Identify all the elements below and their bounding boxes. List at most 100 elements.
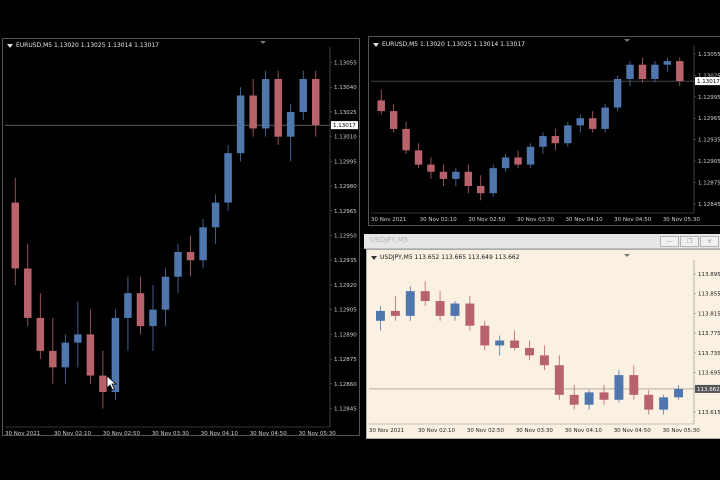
chart-window-eurusd-main[interactable]: EURUSD,M5 1.13020 1.13025 1.13014 1.1301… xyxy=(2,38,360,436)
candle-body xyxy=(514,157,522,165)
candle-body xyxy=(299,79,307,112)
candlestick-chart[interactable]: 113.895 113.855 113.815 113.775 113.735 113.6… xyxy=(367,250,720,438)
candle-body xyxy=(644,394,654,410)
candle-body xyxy=(49,350,57,368)
chart-window-eurusd-secondary[interactable]: EURUSD,M5 1.13020 1.13025 1.13014 1.1301… xyxy=(368,36,720,226)
candle-body xyxy=(186,252,195,261)
time-tick-label: 30 Nov 04:50 xyxy=(614,217,652,223)
price-tick-label: 1.12890 xyxy=(334,332,357,338)
price-tick-label: 1.12935 xyxy=(698,138,720,144)
candle-body xyxy=(439,171,448,179)
price-tick-label: 1.12980 xyxy=(334,184,357,190)
candle-body xyxy=(601,107,609,129)
current-price-label: 1.13017 xyxy=(697,79,720,85)
time-tick-label: 30 Nov 03:30 xyxy=(152,431,190,435)
price-tick-label: 113.895 xyxy=(698,272,720,278)
candle-body xyxy=(501,157,510,169)
candle-body xyxy=(402,128,410,151)
candle-body xyxy=(427,164,435,172)
maximize-button[interactable]: ❐ xyxy=(680,236,699,247)
time-tick-label: 30 Nov 2021 xyxy=(369,428,404,434)
candle-body xyxy=(477,186,485,194)
price-tick-label: 1.12845 xyxy=(698,202,720,208)
candle-body xyxy=(551,136,560,144)
time-tick-label: 30 Nov 03:30 xyxy=(517,217,555,223)
time-tick-label: 30 Nov 05:30 xyxy=(663,428,701,434)
time-tick-label: 30 Nov 2021 xyxy=(5,431,40,435)
candle-body xyxy=(389,111,398,129)
candle-body xyxy=(626,64,634,79)
candle-body xyxy=(124,293,132,318)
candle-body xyxy=(674,388,684,398)
price-tick-label: 1.12860 xyxy=(334,382,357,388)
candle-body xyxy=(676,61,684,82)
candle-body xyxy=(526,146,535,165)
time-tick-label: 30 Nov 04:10 xyxy=(566,217,604,223)
candle-body xyxy=(614,375,624,400)
price-tick-label: 1.12905 xyxy=(698,159,720,165)
window-title: USDJPY,M5 xyxy=(370,236,409,244)
candle-body xyxy=(510,340,520,348)
current-price-label: 113.662 xyxy=(697,387,720,393)
candle-body xyxy=(435,301,445,316)
candle-body xyxy=(174,252,182,277)
window-title-bar[interactable]: USDJPY,M5 — ❐ ✕ xyxy=(364,234,720,249)
candle-body xyxy=(539,355,549,366)
candle-body xyxy=(24,268,32,318)
candle-body xyxy=(613,78,622,108)
price-tick-label: 113.735 xyxy=(698,351,720,357)
candle-body xyxy=(525,347,534,356)
time-tick-label: 30 Nov 02:10 xyxy=(418,428,456,434)
minimize-button[interactable]: — xyxy=(660,236,679,247)
price-tick-label: 1.12905 xyxy=(334,308,357,314)
chart-window-usdjpy[interactable]: USDJPY,M5 113.652 113.665 113.649 113.66… xyxy=(366,249,720,439)
time-tick-label: 30 Nov 02:10 xyxy=(420,217,458,223)
candle-body xyxy=(390,310,400,316)
candlestick-chart[interactable]: 1.13055 1.13040 1.13025 1.13010 1.12995 1.129… xyxy=(3,39,359,435)
candle-body xyxy=(11,202,20,269)
candle-body xyxy=(554,365,564,395)
scroll-marker-icon xyxy=(624,254,630,257)
price-tick-label: 1.12935 xyxy=(334,258,357,264)
current-price-label: 1.13017 xyxy=(333,123,356,129)
candle-body xyxy=(274,79,282,137)
candle-body xyxy=(629,375,639,395)
price-tick-label: 1.13010 xyxy=(334,135,357,141)
price-tick-label: 1.12845 xyxy=(334,407,357,413)
time-tick-label: 30 Nov 04:50 xyxy=(614,428,652,434)
candle-body xyxy=(539,136,547,147)
candle-body xyxy=(576,118,584,126)
candle-body xyxy=(420,291,430,302)
price-tick-label: 1.12875 xyxy=(698,180,720,186)
time-tick-label: 30 Nov 05:30 xyxy=(299,431,337,435)
candle-body xyxy=(375,310,385,321)
price-tick-label: 113.775 xyxy=(698,331,720,337)
price-tick-label: 113.815 xyxy=(698,311,720,317)
candle-body xyxy=(599,392,609,400)
candle-body xyxy=(249,95,257,129)
candle-body xyxy=(136,293,145,327)
candle-body xyxy=(224,153,232,203)
close-button[interactable]: ✕ xyxy=(700,236,719,247)
time-tick-label: 30 Nov 03:30 xyxy=(516,428,554,434)
candle-body xyxy=(149,309,157,327)
candle-body xyxy=(311,79,320,126)
time-tick-label: 30 Nov 02:50 xyxy=(468,217,506,223)
price-tick-label: 1.13025 xyxy=(334,110,357,116)
time-tick-label: 30 Nov 02:50 xyxy=(103,431,141,435)
candle-body xyxy=(414,150,423,165)
candle-body xyxy=(450,303,460,316)
candle-body xyxy=(86,334,95,376)
mouse-cursor-icon xyxy=(106,375,118,391)
candle-body xyxy=(211,202,220,228)
candle-body xyxy=(261,79,270,129)
candle-body xyxy=(61,342,70,368)
price-tick-label: 1.12965 xyxy=(334,209,357,215)
candle-body xyxy=(236,95,245,154)
candle-body xyxy=(199,227,207,261)
candlestick-chart[interactable]: 1.130551.130251.129951.129651.129351.129… xyxy=(369,37,720,225)
time-tick-label: 30 Nov 04:50 xyxy=(250,431,288,435)
price-tick-label: 1.13040 xyxy=(334,85,357,91)
scroll-marker-icon xyxy=(260,41,266,44)
candle-body xyxy=(464,171,473,187)
